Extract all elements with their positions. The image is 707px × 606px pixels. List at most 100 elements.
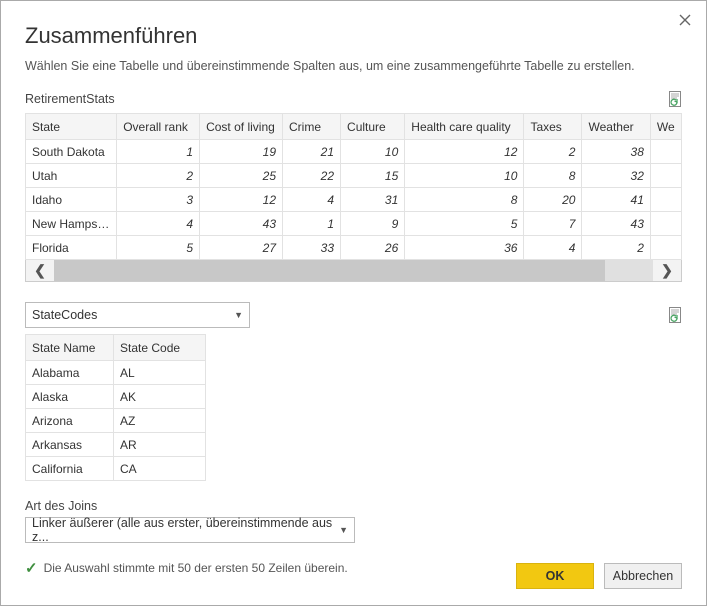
col-taxes[interactable]: Taxes xyxy=(524,114,582,140)
refresh-preview-icon[interactable] xyxy=(668,91,682,107)
cell-state-name[interactable]: California xyxy=(26,457,114,481)
cell-value[interactable]: 8 xyxy=(405,188,524,212)
cell-state-code[interactable]: CA xyxy=(114,457,206,481)
match-status-text: Die Auswahl stimmte mit 50 der ersten 50… xyxy=(44,561,348,575)
chevron-down-icon: ▼ xyxy=(234,310,243,320)
ok-button[interactable]: OK xyxy=(516,563,594,589)
cell-state-code[interactable]: AL xyxy=(114,361,206,385)
cell-value[interactable]: 10 xyxy=(405,164,524,188)
refresh-preview-icon-2[interactable] xyxy=(668,307,682,323)
primary-table-hscrollbar[interactable]: ❮ ❯ xyxy=(25,260,682,282)
cell-state[interactable]: South Dakota xyxy=(26,140,117,164)
cell-value[interactable] xyxy=(650,188,681,212)
close-button[interactable] xyxy=(674,9,696,31)
cell-value[interactable]: 36 xyxy=(405,236,524,260)
secondary-table[interactable]: State Name State Code AlabamaALAlaskaAKA… xyxy=(25,334,206,481)
cell-state-name[interactable]: Arizona xyxy=(26,409,114,433)
cell-value[interactable]: 4 xyxy=(524,236,582,260)
cell-state[interactable]: Utah xyxy=(26,164,117,188)
cell-value[interactable]: 26 xyxy=(341,236,405,260)
cell-value[interactable]: 15 xyxy=(341,164,405,188)
cancel-button[interactable]: Abbrechen xyxy=(604,563,682,589)
table-row[interactable]: Utah225221510832 xyxy=(26,164,682,188)
table-row[interactable]: CaliforniaCA xyxy=(26,457,206,481)
cell-value[interactable]: 9 xyxy=(341,212,405,236)
cell-value[interactable]: 38 xyxy=(582,140,650,164)
cell-value[interactable]: 12 xyxy=(405,140,524,164)
primary-table-header-row: State Overall rank Cost of living Crime … xyxy=(26,114,682,140)
col-crime[interactable]: Crime xyxy=(283,114,341,140)
cell-value[interactable]: 1 xyxy=(283,212,341,236)
scroll-thumb[interactable] xyxy=(54,260,605,281)
dialog-subtitle: Wählen Sie eine Tabelle und übereinstimm… xyxy=(25,59,682,73)
cell-value[interactable]: 2 xyxy=(117,164,200,188)
col-state-code[interactable]: State Code xyxy=(114,335,206,361)
cell-value[interactable]: 2 xyxy=(582,236,650,260)
secondary-table-selected: StateCodes xyxy=(32,308,97,322)
scroll-track[interactable] xyxy=(54,260,653,281)
scroll-right-button[interactable]: ❯ xyxy=(653,260,681,281)
cell-value[interactable] xyxy=(650,140,681,164)
cell-value[interactable] xyxy=(650,164,681,188)
col-cost-of-living[interactable]: Cost of living xyxy=(200,114,283,140)
primary-table[interactable]: State Overall rank Cost of living Crime … xyxy=(25,113,682,260)
scroll-left-button[interactable]: ❮ xyxy=(26,260,54,281)
col-state[interactable]: State xyxy=(26,114,117,140)
cell-value[interactable]: 5 xyxy=(405,212,524,236)
cell-value[interactable]: 21 xyxy=(283,140,341,164)
col-culture[interactable]: Culture xyxy=(341,114,405,140)
cell-state[interactable]: New Hampshire xyxy=(26,212,117,236)
col-weather-truncated[interactable]: We xyxy=(650,114,681,140)
cell-value[interactable]: 7 xyxy=(524,212,582,236)
table-row[interactable]: ArizonaAZ xyxy=(26,409,206,433)
col-health-care-quality[interactable]: Health care quality xyxy=(405,114,524,140)
table-row[interactable]: Florida52733263642 xyxy=(26,236,682,260)
primary-table-name: RetirementStats xyxy=(25,92,115,106)
cell-value[interactable]: 43 xyxy=(200,212,283,236)
col-state-name[interactable]: State Name xyxy=(26,335,114,361)
cell-value[interactable]: 22 xyxy=(283,164,341,188)
cell-value[interactable]: 2 xyxy=(524,140,582,164)
cell-value[interactable]: 41 xyxy=(582,188,650,212)
cell-state-code[interactable]: AZ xyxy=(114,409,206,433)
cell-value[interactable]: 20 xyxy=(524,188,582,212)
cell-state-name[interactable]: Alabama xyxy=(26,361,114,385)
cell-value[interactable]: 43 xyxy=(582,212,650,236)
secondary-table-dropdown[interactable]: StateCodes ▼ xyxy=(25,302,250,328)
cell-state-code[interactable]: AK xyxy=(114,385,206,409)
col-weather[interactable]: Weather xyxy=(582,114,650,140)
table-row[interactable]: AlaskaAK xyxy=(26,385,206,409)
cell-value[interactable]: 4 xyxy=(283,188,341,212)
join-kind-selected: Linker äußerer (alle aus erster, überein… xyxy=(32,516,339,544)
cell-value[interactable]: 27 xyxy=(200,236,283,260)
table-row[interactable]: ArkansasAR xyxy=(26,433,206,457)
cell-value[interactable]: 12 xyxy=(200,188,283,212)
cell-value[interactable]: 4 xyxy=(117,212,200,236)
col-overall-rank[interactable]: Overall rank xyxy=(117,114,200,140)
cell-value[interactable] xyxy=(650,212,681,236)
cell-value[interactable]: 31 xyxy=(341,188,405,212)
cell-value[interactable]: 32 xyxy=(582,164,650,188)
table-row[interactable]: New Hampshire443195743 xyxy=(26,212,682,236)
cell-value[interactable]: 1 xyxy=(117,140,200,164)
secondary-table-header-row: State Name State Code xyxy=(26,335,206,361)
cell-state-name[interactable]: Alaska xyxy=(26,385,114,409)
cell-value[interactable]: 10 xyxy=(341,140,405,164)
cell-value[interactable]: 33 xyxy=(283,236,341,260)
cell-value[interactable]: 19 xyxy=(200,140,283,164)
cell-value[interactable] xyxy=(650,236,681,260)
cell-value[interactable]: 25 xyxy=(200,164,283,188)
cell-state[interactable]: Florida xyxy=(26,236,117,260)
cell-value[interactable]: 3 xyxy=(117,188,200,212)
table-row[interactable]: AlabamaAL xyxy=(26,361,206,385)
cell-value[interactable]: 5 xyxy=(117,236,200,260)
merge-dialog: Zusammenführen Wählen Sie eine Tabelle u… xyxy=(0,0,707,606)
join-kind-dropdown[interactable]: Linker äußerer (alle aus erster, überein… xyxy=(25,517,355,543)
table-row[interactable]: Idaho31243182041 xyxy=(26,188,682,212)
cell-state[interactable]: Idaho xyxy=(26,188,117,212)
cell-state-name[interactable]: Arkansas xyxy=(26,433,114,457)
table-row[interactable]: South Dakota119211012238 xyxy=(26,140,682,164)
join-kind-label: Art des Joins xyxy=(25,499,682,513)
cell-state-code[interactable]: AR xyxy=(114,433,206,457)
cell-value[interactable]: 8 xyxy=(524,164,582,188)
